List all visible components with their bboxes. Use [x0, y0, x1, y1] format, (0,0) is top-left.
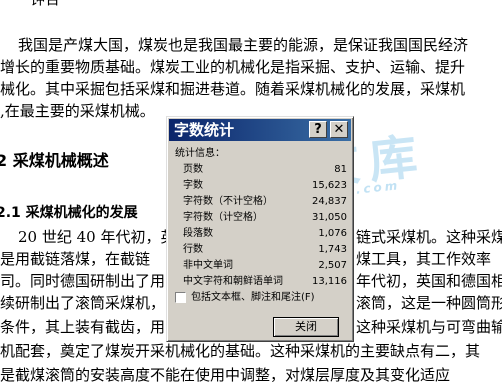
doc-line: 我国是产煤大国，煤炭也是我国最主要的能源，是保证我国国民经济 [18, 36, 469, 54]
doc-line: ,在最主要的采煤机械。 [0, 102, 155, 120]
stat-label: 中文字符和朝鲜语单词 [183, 276, 283, 287]
stat-row-chars-with-spaces: 字符数（计空格） 31,050 [183, 211, 347, 225]
stat-value: 2,507 [318, 260, 347, 271]
stat-row-chinese-korean-words: 中文字符和朝鲜语单词 13,116 [183, 275, 347, 289]
doc-line: 机配套，奠定了煤炭开采机械化的基础。这种采煤机的主要缺点有二，其 [0, 342, 481, 360]
doc-line: 是用截链落煤，在截链 [0, 250, 151, 268]
stat-value: 24,837 [312, 196, 347, 207]
word-count-dialog: 字数统计 ? ✕ 统计信息： 页数 81 字数 15,623 字符数（不计空格）… [166, 116, 354, 342]
stat-value: 1,076 [318, 228, 347, 239]
stat-row-non-chinese-words: 非中文单词 2,507 [183, 259, 347, 273]
include-textboxes-checkbox[interactable] [175, 292, 186, 303]
doc-line: 是截煤滚筒的安装高度不能在使用中调整，对煤层厚度及其变化适应 [0, 366, 451, 384]
stat-row-words: 字数 15,623 [183, 179, 347, 193]
doc-line: 20 世纪 40 年代初，英 [18, 228, 176, 246]
dialog-title: 字数统计 [174, 121, 235, 139]
stat-label: 字数 [183, 180, 203, 191]
doc-line: 械化。其中采掘包括采煤和掘进巷道。随着采煤机械化的发展，采煤机 [0, 80, 466, 98]
close-button[interactable]: 关闭 [273, 317, 339, 337]
stat-row-chars-no-spaces: 字符数（不计空格） 24,837 [183, 195, 347, 209]
stat-label: 段落数 [183, 228, 213, 239]
stat-label: 字符数（计空格） [183, 212, 263, 223]
stat-value: 1,743 [318, 244, 347, 255]
stat-value: 31,050 [312, 212, 347, 223]
checkbox-label[interactable]: 包括文本框、脚注和尾注(F) [191, 291, 315, 305]
stat-value: 81 [334, 164, 347, 175]
doc-line: 增长的重要物质基础。煤炭工业的机械化是指采掘、支护、运输、提升 [0, 58, 466, 76]
stats-label: 统计信息： [175, 148, 225, 159]
stat-value: 13,116 [312, 276, 347, 287]
stat-label: 页数 [183, 164, 203, 175]
dialog-titlebar[interactable]: 字数统计 ? ✕ [169, 119, 351, 141]
doc-line-right-fragment: 煤工具，其工作效率 [356, 250, 492, 268]
help-button[interactable]: ? [309, 121, 327, 138]
stat-row-lines: 行数 1,743 [183, 243, 347, 257]
stat-value: 15,623 [312, 180, 347, 191]
doc-line-right-fragment: 年代初，英国和德国相 [356, 272, 502, 290]
doc-line-heading-fragment: 钟合 [30, 0, 60, 8]
doc-line: 司。同时德国研制出了用 [0, 272, 166, 290]
subsection-heading: 2.1 采煤机械化的发展 [0, 205, 138, 221]
close-icon[interactable]: ✕ [330, 121, 348, 138]
doc-line: 续研制出了滚筒采煤机， [0, 294, 166, 312]
stat-label: 行数 [183, 244, 203, 255]
doc-line-right-fragment: 这种采煤机与可弯曲输 [356, 318, 502, 336]
stat-label: 字符数（不计空格） [183, 196, 273, 207]
section-heading: 2 采煤机械概述 [0, 151, 109, 170]
doc-line: 条件，其上装有截齿，用 [0, 318, 166, 336]
stat-label: 非中文单词 [183, 260, 233, 271]
doc-line-right-fragment: 滚筒，这是一种圆筒形 [356, 294, 502, 312]
stat-row-paragraphs: 段落数 1,076 [183, 227, 347, 241]
doc-line-right-fragment: 链式采煤机。这种采煤 [356, 228, 502, 246]
stat-row-pages: 页数 81 [183, 163, 347, 177]
